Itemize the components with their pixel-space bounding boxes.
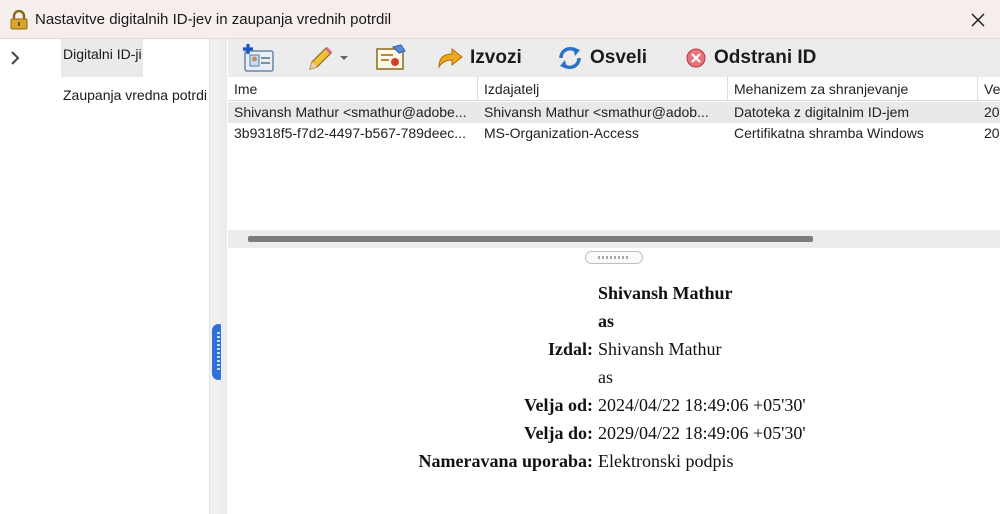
detail-issuer-value: Shivansh Mathur: [598, 339, 722, 359]
edit-id-button[interactable]: [304, 43, 350, 73]
cell-storage: Certifikatna shramba Windows: [734, 125, 924, 141]
detail-name-row: Shivansh Mathur: [228, 283, 1000, 311]
column-header-name[interactable]: Ime: [228, 77, 478, 101]
lock-icon: [10, 10, 28, 30]
detail-usage-label: Nameravana uporaba:: [418, 451, 594, 471]
detail-issuer-row-2: as: [228, 367, 1000, 395]
detail-valid-from-row: Velja od: 2024/04/22 18:49:06 +05'30': [228, 395, 1000, 423]
detail-name-org: as: [598, 311, 615, 331]
chevron-right-icon[interactable]: [7, 50, 23, 66]
detail-valid-to-row: Velja do: 2029/04/22 18:49:06 +05'30': [228, 423, 1000, 451]
pencil-icon: [309, 46, 333, 70]
detail-valid-to-label: Velja do:: [524, 423, 593, 443]
detail-usage-row: Nameravana uporaba: Elektronski podpis: [228, 451, 1000, 479]
close-button[interactable]: [964, 6, 992, 34]
refresh-button[interactable]: Osveli: [556, 43, 647, 73]
column-header-issuer[interactable]: Izdajatelj: [478, 77, 728, 101]
cell-validity: 20: [984, 125, 1000, 141]
add-id-icon: [243, 44, 274, 72]
refresh-icon: [559, 46, 581, 70]
remove-icon: [686, 48, 706, 68]
remove-id-label: Odstrani ID: [714, 47, 817, 68]
cell-name: Shivansh Mathur <smathur@adobe...: [234, 104, 467, 120]
collapse-strip: [0, 39, 52, 514]
export-label: Izvozi: [470, 47, 522, 68]
detail-name: Shivansh Mathur: [598, 283, 733, 303]
certificate-icon: [376, 44, 406, 70]
cell-storage: Datoteka z digitalnim ID-jem: [734, 104, 910, 120]
digital-id-table: Ime Izdajatelj Mehanizem za shranjevanje…: [228, 77, 1000, 230]
cell-issuer: Shivansh Mathur <smathur@adob...: [484, 104, 709, 120]
nav-item-trusted-certificates[interactable]: Zaupanja vredna potrdi: [61, 80, 209, 118]
export-arrow-icon: [438, 47, 463, 69]
detail-issuer-org: as: [598, 367, 613, 387]
horizontal-scrollbar[interactable]: [228, 230, 1000, 248]
add-id-button[interactable]: [240, 43, 276, 73]
window-title: Nastavitve digitalnih ID-jev in zaupanja…: [35, 11, 392, 28]
column-header-validity[interactable]: Ve: [978, 77, 1000, 101]
remove-id-button[interactable]: Odstrani ID: [684, 43, 816, 73]
certificate-details: Shivansh Mathur as Izdal: Shivansh Mathu…: [228, 264, 1000, 514]
detail-issuer-label: Izdal:: [548, 339, 593, 359]
toolbar: Izvozi Osveli Odstrani ID: [228, 39, 1000, 77]
refresh-label: Osveli: [590, 47, 648, 68]
close-icon: [971, 13, 985, 27]
detail-valid-to-value: 2029/04/22 18:49:06 +05'30': [598, 423, 806, 443]
cell-issuer: MS-Organization-Access: [484, 125, 639, 141]
column-header-storage[interactable]: Mehanizem za shranjevanje: [728, 77, 978, 101]
chevron-down-icon: [340, 56, 348, 60]
detail-usage-value: Elektronski podpis: [598, 451, 734, 471]
horizontal-splitter-handle[interactable]: [585, 251, 643, 264]
certificate-details-button[interactable]: [373, 43, 409, 73]
scrollbar-thumb[interactable]: [248, 236, 813, 242]
detail-valid-from-value: 2024/04/22 18:49:06 +05'30': [598, 395, 806, 415]
detail-valid-from-label: Velja od:: [524, 395, 593, 415]
settings-nav: Digitalni ID-ji Zaupanja vredna potrdi: [52, 39, 209, 514]
table-header: Ime Izdajatelj Mehanizem za shranjevanje…: [228, 77, 1000, 101]
table-row[interactable]: Shivansh Mathur <smathur@adobe... Shivan…: [228, 102, 1000, 123]
cell-name: 3b9318f5-f7d2-4497-b567-789deec...: [234, 125, 466, 141]
nav-item-digital-ids[interactable]: Digitalni ID-ji: [61, 39, 143, 77]
table-row[interactable]: 3b9318f5-f7d2-4497-b567-789deec... MS-Or…: [228, 123, 1000, 144]
cell-validity: 20: [984, 104, 1000, 120]
title-bar: Nastavitve digitalnih ID-jev in zaupanja…: [0, 0, 1000, 39]
detail-issuer-row: Izdal: Shivansh Mathur: [228, 339, 1000, 367]
vertical-splitter: [209, 39, 225, 514]
detail-name-row-2: as: [228, 311, 1000, 339]
export-button[interactable]: Izvozi: [436, 43, 522, 73]
